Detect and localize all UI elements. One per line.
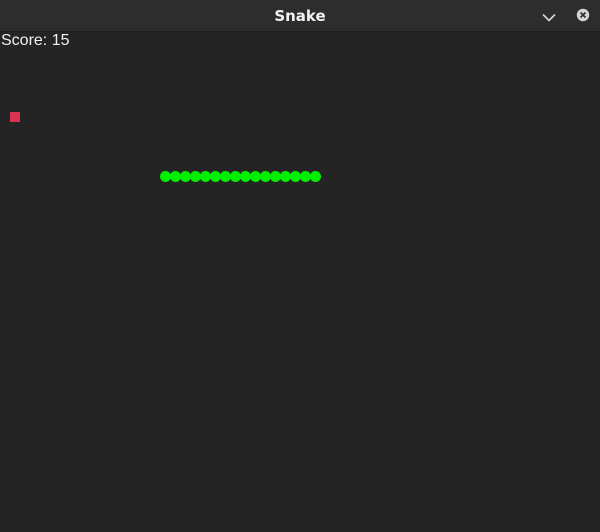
game-window: Snake Score: 15 bbox=[0, 0, 600, 532]
title-bar: Snake bbox=[0, 0, 600, 32]
chevron-down-icon bbox=[542, 7, 556, 26]
close-icon bbox=[576, 7, 590, 26]
menu-button[interactable] bbox=[540, 8, 558, 24]
score-label: Score: 15 bbox=[1, 32, 70, 49]
snake-segment bbox=[310, 171, 321, 182]
game-canvas[interactable]: Score: 15 bbox=[0, 32, 600, 532]
close-button[interactable] bbox=[575, 8, 591, 24]
food-pellet bbox=[10, 112, 20, 122]
window-title: Snake bbox=[274, 7, 326, 25]
